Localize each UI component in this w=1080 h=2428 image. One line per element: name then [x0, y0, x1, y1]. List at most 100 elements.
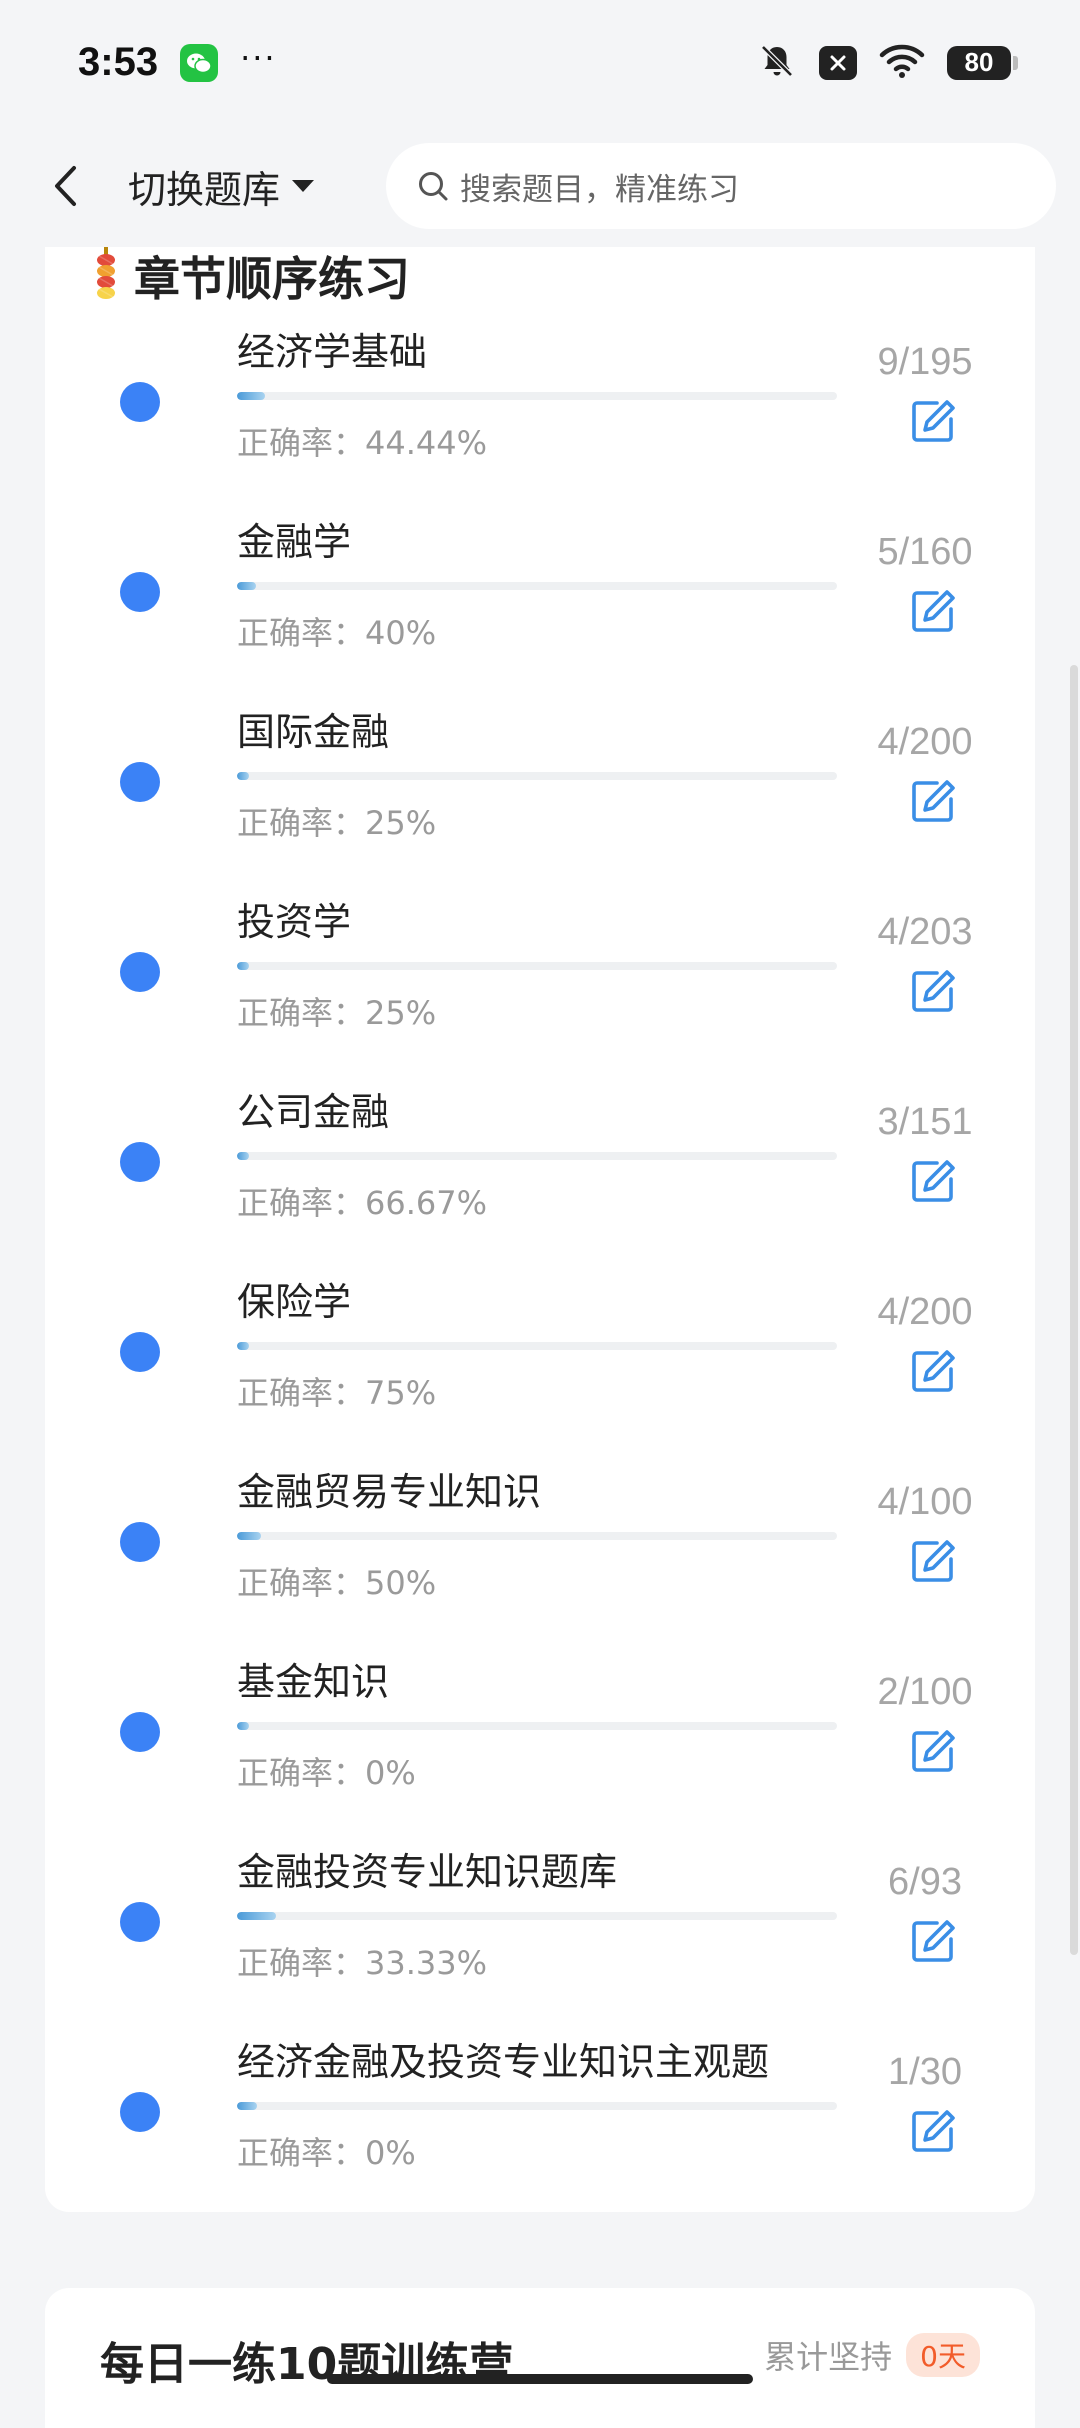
section-title: 章节顺序练习: [134, 252, 410, 306]
battery-icon: 80: [947, 45, 1018, 80]
chapter-list-item[interactable]: 投资学 正确率：25% 4/203: [45, 897, 1035, 1087]
progress-fill: [237, 1912, 276, 1920]
chapter-name: 保险学: [237, 1280, 352, 1324]
chapter-list-item[interactable]: 经济学基础 正确率：44.44% 9/195: [45, 327, 1035, 517]
streak-badge: 0天: [906, 2333, 980, 2377]
home-indicator[interactable]: [327, 2374, 753, 2384]
progress-bar: [237, 1722, 837, 1730]
chapter-name: 投资学: [237, 900, 352, 944]
search-placeholder: 搜索题目，精准练习: [460, 171, 740, 208]
status-dot: [120, 382, 160, 422]
progress-bar: [237, 1342, 837, 1350]
edit-icon[interactable]: [909, 1727, 957, 1775]
more-notifications-icon: ···: [240, 38, 277, 77]
progress-fill: [237, 1722, 249, 1730]
question-count: 1/30: [888, 2051, 962, 2093]
progress-bar: [237, 582, 837, 590]
progress-fill: [237, 962, 249, 970]
accuracy-text: 正确率：25%: [237, 804, 437, 842]
chapter-name: 基金知识: [237, 1660, 390, 1704]
progress-bar: [237, 962, 837, 970]
question-count: 4/200: [877, 721, 973, 763]
chapter-list-item[interactable]: 金融贸易专业知识 正确率：50% 4/100: [45, 1467, 1035, 1657]
chapter-name: 经济学基础: [237, 330, 428, 374]
progress-fill: [237, 582, 256, 590]
edit-icon[interactable]: [909, 777, 957, 825]
accuracy-text: 正确率：44.44%: [237, 424, 488, 462]
daily-practice-card[interactable]: 每日一练10题训练营 累计坚持 0天: [45, 2288, 1035, 2428]
progress-bar: [237, 392, 837, 400]
chapter-name: 经济金融及投资专业知识主观题: [237, 2040, 770, 2084]
accuracy-text: 正确率：50%: [237, 1564, 437, 1602]
chapter-name: 金融贸易专业知识: [237, 1470, 542, 1514]
accuracy-text: 正确率：0%: [237, 1754, 416, 1792]
chapter-list-item[interactable]: 基金知识 正确率：0% 2/100: [45, 1657, 1035, 1847]
progress-bar: [237, 772, 837, 780]
accuracy-text: 正确率：66.67%: [237, 1184, 488, 1222]
question-count: 2/100: [877, 1671, 973, 1713]
progress-bar: [237, 1532, 837, 1540]
battery-level: 80: [947, 45, 1011, 80]
chapter-name: 金融学: [237, 520, 352, 564]
edit-icon[interactable]: [909, 967, 957, 1015]
status-dot: [120, 2092, 160, 2132]
chapter-name: 公司金融: [237, 1090, 390, 1134]
wifi-icon: [879, 43, 925, 83]
back-button[interactable]: [40, 156, 90, 216]
edit-icon[interactable]: [909, 1347, 957, 1395]
chapter-list-item[interactable]: 金融学 正确率：40% 5/160: [45, 517, 1035, 707]
edit-icon[interactable]: [909, 2107, 957, 2155]
chevron-left-icon: [55, 166, 76, 206]
chapter-list-item[interactable]: 金融投资专业知识题库 正确率：33.33% 6/93: [45, 1847, 1035, 2037]
status-dot: [120, 762, 160, 802]
edit-icon[interactable]: [909, 397, 957, 445]
caret-down-icon: [292, 180, 315, 192]
progress-fill: [237, 772, 249, 780]
section-header: 章节顺序练习: [90, 247, 410, 306]
status-dot: [120, 1142, 160, 1182]
edit-icon[interactable]: [909, 1157, 957, 1205]
chapter-practice-card: 章节顺序练习 经济学基础 正确率：44.44% 9/195 金融学 正确率：40…: [45, 247, 1035, 2212]
question-count: 6/93: [888, 1861, 962, 1903]
chapter-list-item[interactable]: 保险学 正确率：75% 4/200: [45, 1277, 1035, 1467]
status-dot: [120, 572, 160, 612]
edit-icon[interactable]: [909, 1917, 957, 1965]
accuracy-text: 正确率：75%: [237, 1374, 437, 1412]
status-dot: [120, 1522, 160, 1562]
firecracker-icon: [97, 247, 115, 299]
progress-bar: [237, 1912, 837, 1920]
chapter-name: 金融投资专业知识题库: [237, 1850, 618, 1894]
chapter-list-item[interactable]: 国际金融 正确率：25% 4/200: [45, 707, 1035, 897]
chapter-list-item[interactable]: 经济金融及投资专业知识主观题 正确率：0% 1/30: [45, 2037, 1035, 2227]
scrollbar[interactable]: [1070, 665, 1078, 1955]
accuracy-text: 正确率：0%: [237, 2134, 416, 2172]
close-box-icon: [819, 45, 857, 80]
status-dot: [120, 1332, 160, 1372]
progress-fill: [237, 2102, 257, 2110]
question-count: 4/203: [877, 911, 973, 953]
status-time: 3:53: [78, 40, 159, 84]
bell-muted-icon: [757, 41, 797, 85]
question-count: 5/160: [877, 531, 973, 573]
status-bar: 3:53 ··· 80: [0, 0, 1080, 125]
progress-bar: [237, 1152, 837, 1160]
progress-fill: [237, 1342, 249, 1350]
chapter-list-item[interactable]: 公司金融 正确率：66.67% 3/151: [45, 1087, 1035, 1277]
status-dot: [120, 1902, 160, 1942]
top-nav: 切换题库 搜索题目，精准练习: [0, 125, 1080, 247]
edit-icon[interactable]: [909, 587, 957, 635]
search-input[interactable]: 搜索题目，精准练习: [386, 143, 1057, 229]
progress-fill: [237, 1152, 249, 1160]
wechat-icon: [180, 43, 219, 82]
chapter-name: 国际金融: [237, 710, 390, 754]
search-icon: [419, 172, 448, 201]
question-count: 4/200: [877, 1291, 973, 1333]
switch-bank-dropdown[interactable]: 切换题库: [128, 159, 316, 214]
status-dot: [120, 1712, 160, 1752]
question-count: 4/100: [877, 1481, 973, 1523]
accuracy-text: 正确率：40%: [237, 614, 437, 652]
question-count: 3/151: [877, 1101, 973, 1143]
progress-fill: [237, 1532, 261, 1540]
accuracy-text: 正确率：25%: [237, 994, 437, 1032]
edit-icon[interactable]: [909, 1537, 957, 1585]
